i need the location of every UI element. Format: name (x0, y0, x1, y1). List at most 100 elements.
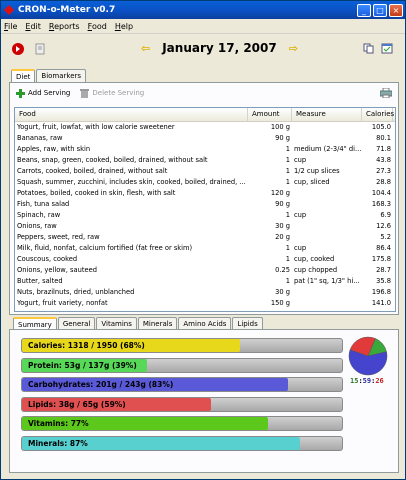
copy-icon[interactable] (363, 43, 374, 54)
lipids-bar-label: Lipids: 38g / 65g (59%) (28, 399, 126, 409)
table-row[interactable]: Yogurt, fruit variety, nonfat 150 g 141.0 (15, 298, 395, 309)
amount-cell: 1 (285, 211, 290, 219)
measure-cell (292, 232, 362, 243)
column-measure[interactable]: Measure (292, 108, 362, 121)
table-header: Food Amount Measure Calories (15, 108, 395, 122)
diet-toolbar: Add Serving Delete Serving (10, 83, 398, 103)
current-date[interactable]: January 17, 2007 (162, 41, 277, 55)
calories-cell: 168.3 (371, 200, 391, 208)
table-row[interactable]: Squash, summer, zucchini, includes skin,… (15, 177, 395, 188)
add-serving-label: Add Serving (28, 89, 71, 97)
calories-cell: 196.8 (371, 288, 391, 296)
table-row[interactable]: Peppers, sweet, red, raw 20 g 5.2 (15, 232, 395, 243)
title-bar: CRON-o-Meter v0.7 _ □ × (1, 1, 405, 19)
minerals-bar: Minerals: 87% (21, 435, 343, 451)
add-serving-button[interactable]: Add Serving (16, 88, 71, 98)
menu-file[interactable]: File (4, 22, 17, 31)
calories-cell: 28.8 (376, 178, 391, 186)
calories-cell: 12.6 (376, 222, 391, 230)
table-row[interactable]: Potatoes, boiled, cooked in skin, flesh,… (15, 188, 395, 199)
calories-cell: 105.0 (371, 123, 391, 131)
food-cell: Carrots, cooked, boiled, drained, withou… (17, 167, 168, 175)
measure-cell (292, 298, 362, 309)
previous-day-icon[interactable]: ⇦ (141, 42, 150, 55)
table-row[interactable]: Onions, yellow, sauteed 0.25 cup chopped 28… (15, 265, 395, 276)
amount-cell: 1 (285, 277, 290, 285)
carbohydrates-bar-label: Carbohydrates: 201g / 243g (83%) (28, 380, 174, 389)
add-icon (16, 88, 25, 98)
minerals-bar-label: Minerals: 87% (28, 438, 88, 448)
calories-cell: 141.0 (371, 299, 391, 307)
food-cell: Yogurt, fruit, lowfat, with low calorie … (17, 123, 175, 131)
tab-biomarkers[interactable]: Biomarkers (36, 69, 87, 83)
table-row[interactable]: Yogurt, fruit, lowfat, with low calorie … (15, 122, 395, 133)
amount-cell: 1 (285, 178, 290, 186)
calories-cell: 43.8 (376, 156, 391, 164)
table-row[interactable]: Carrots, cooked, boiled, drained, withou… (15, 166, 395, 177)
food-cell: Potatoes, boiled, cooked in skin, flesh,… (17, 189, 176, 197)
minimize-button[interactable]: _ (357, 3, 371, 17)
food-cell: Beans, snap, green, cooked, boiled, drai… (17, 156, 208, 164)
amount-cell: 1 (285, 145, 290, 153)
table-row[interactable]: Milk, fluid, nonfat, calcium fortified (… (15, 243, 395, 254)
date-navigator: ⇦ January 17, 2007 ⇨ (141, 41, 298, 55)
notes-icon[interactable] (35, 43, 45, 55)
table-row[interactable]: Nuts, brazilnuts, dried, unblanched 30 g 1… (15, 287, 395, 298)
close-button[interactable]: × (389, 3, 403, 17)
table-body: Yogurt, fruit, lowfat, with low calorie … (15, 122, 395, 309)
calories-cell: 104.4 (371, 189, 391, 197)
table-row[interactable]: Beans, snap, green, cooked, boiled, drai… (15, 155, 395, 166)
delete-serving-label: Delete Serving (92, 89, 145, 97)
menu-edit[interactable]: Edit (25, 22, 41, 31)
food-cell: Squash, summer, zucchini, includes skin,… (17, 178, 246, 186)
table-row[interactable]: Couscous, cooked 1 cup, cooked 175.8 (15, 254, 395, 265)
amount-cell: 1 (285, 156, 290, 164)
app-icon (4, 5, 14, 15)
table-row[interactable]: Apples, raw, with skin 1 medium (2-3/4" di… (15, 144, 395, 155)
print-icon[interactable] (380, 88, 392, 98)
food-cell: Apples, raw, with skin (17, 145, 91, 153)
calendar-icon[interactable] (381, 43, 393, 54)
column-calories[interactable]: Calories (362, 108, 394, 121)
calories-cell: 86.4 (376, 244, 391, 252)
pie-legend-lipids: 26 (375, 377, 384, 385)
trash-icon (80, 88, 90, 98)
amount-cell: 90 g (275, 134, 290, 142)
amount-cell: 150 g (270, 299, 290, 307)
delete-serving-button[interactable]: Delete Serving (80, 88, 145, 98)
table-row[interactable]: Onions, raw 30 g 12.6 (15, 221, 395, 232)
calories-cell: 5.2 (380, 233, 391, 241)
protein-bar-label: Protein: 53g / 137g (39%) (28, 360, 137, 370)
menu-reports[interactable]: Reports (49, 22, 80, 31)
menu-food[interactable]: Food (88, 22, 107, 31)
next-day-icon[interactable]: ⇨ (289, 42, 298, 55)
measure-cell (292, 199, 362, 210)
column-food[interactable]: Food (15, 108, 248, 121)
measure-cell (292, 287, 362, 298)
menu-help[interactable]: Help (115, 22, 133, 31)
column-amount[interactable]: Amount (248, 108, 292, 121)
table-row[interactable]: Bananas, raw 90 g 80.1 (15, 133, 395, 144)
table-row[interactable]: Spinach, raw 1 cup 6.9 (15, 210, 395, 221)
measure-cell: pat (1" sq, 1/3" hi... (294, 277, 360, 285)
measure-cell (292, 221, 362, 232)
date-bar: ⇦ January 17, 2007 ⇨ (1, 34, 405, 62)
measure-cell: cup (294, 211, 307, 219)
calories-cell: 27.3 (376, 167, 391, 175)
pie-legend-protein: 15 (350, 377, 359, 385)
amount-cell: 1 (285, 255, 290, 263)
food-cell: Spinach, raw (17, 211, 61, 219)
amount-cell: 100 g (270, 123, 290, 131)
vitamins-bar-label: Vitamins: 77% (28, 419, 89, 428)
table-row[interactable]: Butter, salted 1 pat (1" sq, 1/3" hi... 35.… (15, 276, 395, 287)
calories-cell: 28.7 (376, 266, 391, 274)
maximize-button[interactable]: □ (373, 3, 387, 17)
window-title: CRON-o-Meter v0.7 (18, 5, 116, 15)
amount-cell: 1 (285, 244, 290, 252)
measure-cell: cup, cooked (294, 255, 335, 263)
table-row[interactable]: Fish, tuna salad 90 g 168.3 (15, 199, 395, 210)
food-cell: Yogurt, fruit variety, nonfat (17, 299, 108, 307)
amount-cell: 30 g (275, 288, 290, 296)
measure-cell (292, 133, 362, 144)
calories-cell: 71.8 (376, 145, 391, 153)
